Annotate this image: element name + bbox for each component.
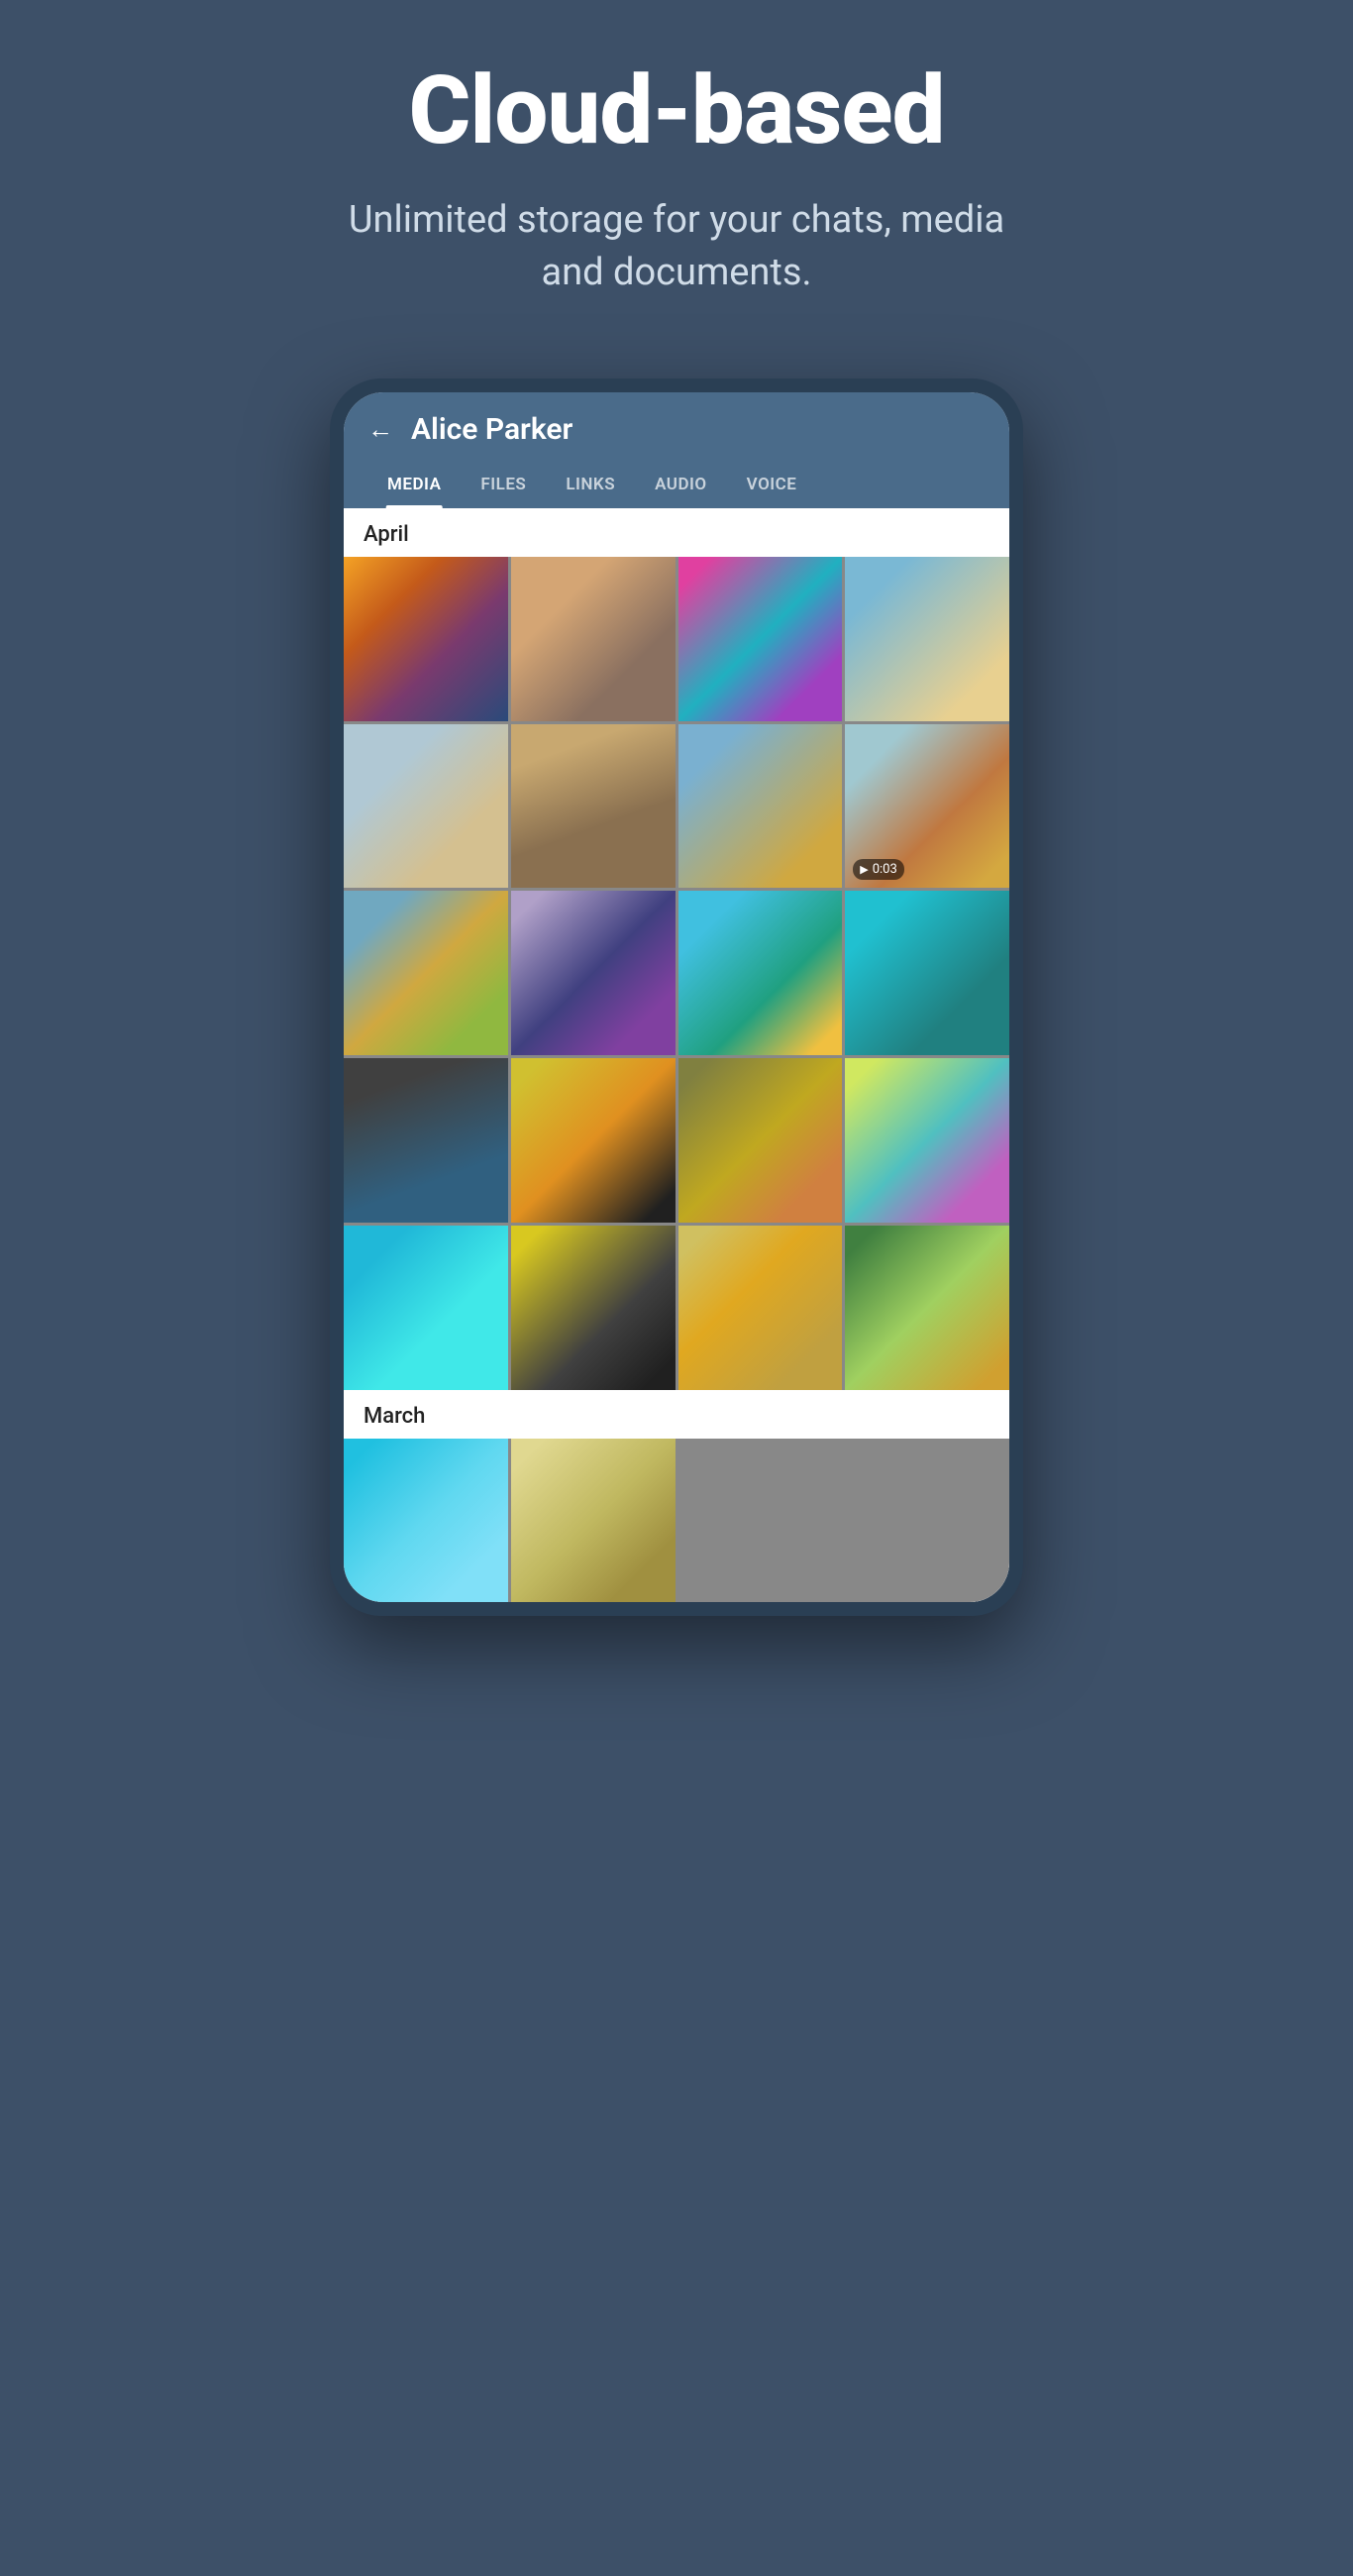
photo-item[interactable] [511, 557, 676, 721]
photo-item[interactable] [511, 724, 676, 889]
photo-item[interactable] [344, 724, 508, 889]
photo-item[interactable] [678, 1226, 843, 1390]
tab-media[interactable]: MEDIA [367, 465, 461, 508]
month-march: March [344, 1390, 1009, 1439]
photo-item[interactable] [344, 557, 508, 721]
photo-item[interactable] [678, 891, 843, 1055]
photo-item[interactable] [845, 891, 1009, 1055]
photo-item[interactable] [511, 1226, 676, 1390]
play-icon: ▶ [860, 863, 868, 876]
tabs-row: MEDIA FILES LINKS AUDIO VOICE [367, 465, 986, 508]
photo-item[interactable] [845, 1058, 1009, 1223]
photo-item[interactable] [511, 891, 676, 1055]
photo-item[interactable] [344, 1226, 508, 1390]
chat-title: Alice Parker [411, 412, 572, 447]
photo-item[interactable] [511, 1439, 676, 1603]
app-header: ← Alice Parker MEDIA FILES LINKS AUDIO V… [344, 392, 1009, 508]
tab-files[interactable]: FILES [461, 465, 546, 508]
page-subheadline: Unlimited storage for your chats, media … [330, 194, 1023, 299]
tab-links[interactable]: LINKS [546, 465, 635, 508]
page-headline: Cloud-based [409, 59, 945, 164]
photo-item[interactable] [511, 1058, 676, 1223]
video-duration-badge: ▶ 0:03 [853, 859, 904, 880]
april-photo-grid: ▶ 0:03 [344, 557, 1009, 1390]
video-item[interactable]: ▶ 0:03 [845, 724, 1009, 889]
photo-item[interactable] [344, 1058, 508, 1223]
march-photo-grid [344, 1439, 1009, 1603]
media-content: April ▶ 0:03 [344, 508, 1009, 1603]
month-april: April [344, 508, 1009, 557]
photo-item[interactable] [344, 891, 508, 1055]
photo-item[interactable] [845, 1226, 1009, 1390]
tab-voice[interactable]: VOICE [727, 465, 817, 508]
march-section: March [344, 1390, 1009, 1603]
photo-item[interactable] [678, 1058, 843, 1223]
photo-item[interactable] [845, 557, 1009, 721]
photo-item[interactable] [678, 724, 843, 889]
photo-item[interactable] [678, 557, 843, 721]
phone-mockup: ← Alice Parker MEDIA FILES LINKS AUDIO V… [330, 378, 1023, 1617]
photo-item[interactable] [344, 1439, 508, 1603]
tab-audio[interactable]: AUDIO [635, 465, 727, 508]
back-button[interactable]: ← [367, 414, 393, 445]
video-duration-label: 0:03 [873, 862, 897, 877]
phone-screen: ← Alice Parker MEDIA FILES LINKS AUDIO V… [344, 392, 1009, 1603]
